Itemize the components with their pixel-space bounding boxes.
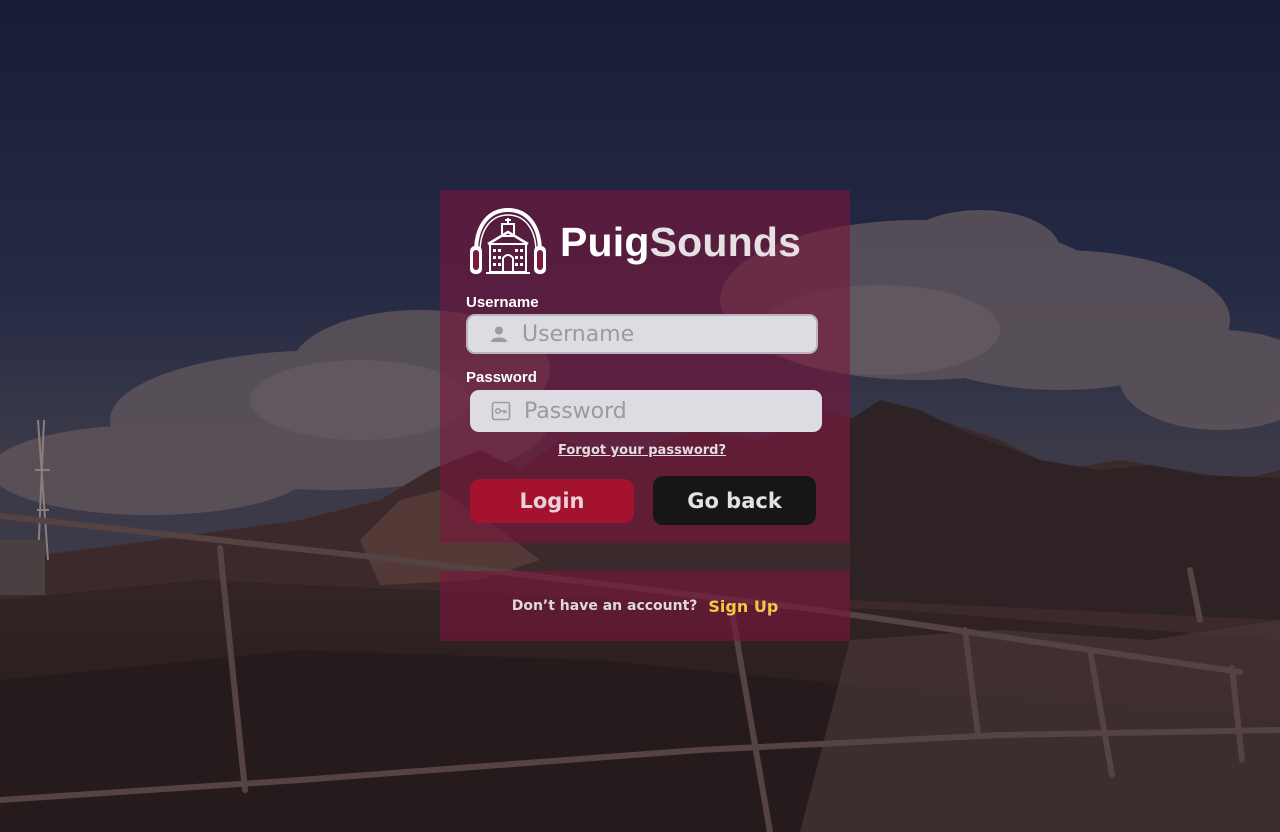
key-icon bbox=[490, 400, 512, 422]
user-icon bbox=[488, 323, 510, 345]
password-input[interactable] bbox=[522, 389, 822, 433]
brand-name-part1: Puig bbox=[560, 218, 650, 265]
password-field[interactable] bbox=[470, 389, 822, 433]
password-label: Password bbox=[466, 369, 537, 386]
headphones-chapel-icon bbox=[470, 207, 546, 274]
username-field[interactable] bbox=[466, 314, 818, 354]
signup-question: Don’t have an account? bbox=[511, 598, 698, 614]
username-input[interactable] bbox=[520, 315, 816, 353]
brand: PuigSounds bbox=[468, 206, 801, 278]
signup-panel: Don’t have an account? Sign Up bbox=[440, 571, 850, 641]
go-back-button[interactable]: Go back bbox=[653, 476, 816, 525]
brand-name: PuigSounds bbox=[560, 218, 802, 265]
login-card: PuigSounds Username Password Forgot your… bbox=[440, 190, 850, 543]
username-label: Username bbox=[466, 294, 539, 311]
login-button[interactable]: Login bbox=[470, 479, 634, 523]
brand-name-part2: Sounds bbox=[649, 218, 802, 265]
signup-link[interactable]: Sign Up bbox=[708, 597, 778, 616]
forgot-password-link[interactable]: Forgot your password? bbox=[440, 443, 844, 458]
